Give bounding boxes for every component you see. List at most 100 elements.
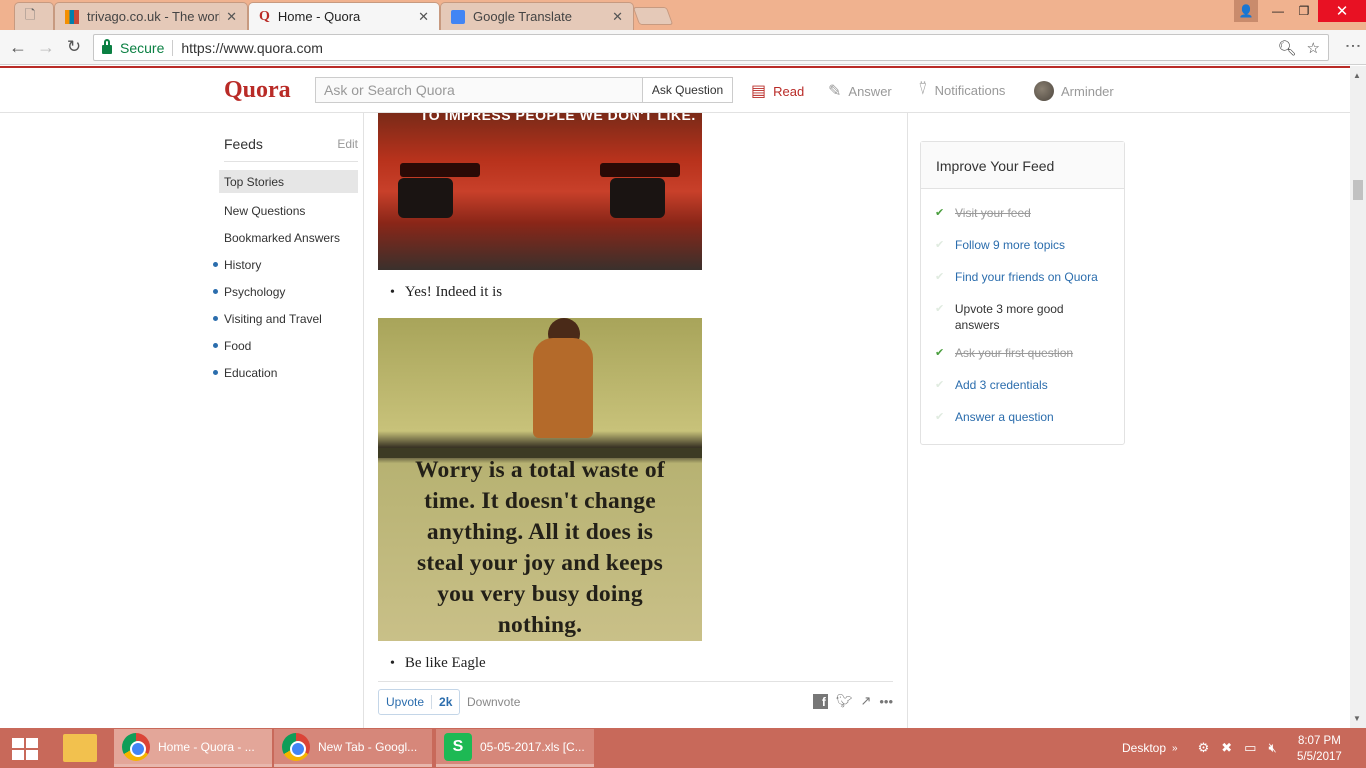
taskbar-item-label: New Tab - Googl... [318, 739, 418, 754]
desktop-toolbar-label[interactable]: Desktop [1122, 741, 1166, 755]
bell-icon: ⍢ [918, 81, 928, 98]
network-icon[interactable]: ✖ [1221, 740, 1232, 756]
site-header: Quora Ask or Search Quora Ask Question ▤… [0, 66, 1350, 113]
browser-tab-quora[interactable]: Q Home - Quora ✕ [248, 2, 440, 30]
sidebar-topic-visiting-and-travel[interactable]: Visiting and Travel [212, 305, 358, 332]
answer-actions: Upvote 2k Downvote f 🐦︎ ↗ ••• [378, 681, 893, 719]
new-tab-button[interactable] [632, 7, 674, 25]
quote-line: anything. All it does is [426, 519, 654, 545]
exhaust [610, 178, 665, 218]
url-text[interactable]: https://www.quora.com [181, 40, 323, 56]
taskbar-item-spreadsheet[interactable]: S 05-05-2017.xls [C... [436, 729, 594, 767]
taskbar-item-label: 05-05-2017.xls [C... [480, 739, 585, 754]
nav-answer-label: Answer [848, 83, 892, 99]
restore-button[interactable]: ❐ [1292, 0, 1316, 22]
improve-item-label: Add 3 credentials [955, 378, 1048, 392]
sidebar-topic-education[interactable]: Education [212, 359, 358, 386]
sidebar-topic-food[interactable]: Food [212, 332, 358, 359]
twitter-icon[interactable]: 🐦︎ [836, 693, 853, 709]
list-item: Be like Eagle [390, 655, 486, 672]
search-input[interactable]: Ask or Search Quora [315, 77, 643, 103]
display-icon[interactable]: ▭ [1244, 740, 1256, 756]
list-item: Yes! Indeed it is [390, 284, 502, 301]
improve-item-label: Find your friends on Quora [955, 270, 1098, 284]
exhaust [398, 178, 453, 218]
tail-light [400, 163, 480, 177]
file-explorer-icon[interactable] [63, 734, 97, 762]
quote-line: Worry is a total waste of [415, 457, 665, 483]
scroll-down-icon[interactable]: ▼ [1353, 714, 1361, 723]
minimize-button[interactable]: — [1266, 0, 1290, 22]
profile-icon[interactable]: 👤 [1234, 0, 1258, 22]
system-clock[interactable]: 8:07 PM 5/5/2017 [1297, 733, 1342, 765]
forward-arrow-icon[interactable]: → [36, 37, 56, 57]
feeds-edit-link[interactable]: Edit [337, 137, 358, 151]
nav-notifications[interactable]: ⍢ Notifications [918, 81, 1005, 99]
star-icon[interactable]: ☆ [1307, 39, 1320, 57]
quote-line: nothing. [497, 612, 583, 638]
windows-start-icon[interactable] [12, 738, 38, 760]
improve-item-ask-question[interactable]: ✔ Ask your first question [921, 339, 1124, 371]
scroll-up-icon[interactable]: ▲ [1353, 71, 1361, 80]
secure-label: Secure [120, 39, 165, 56]
check-icon: ✔ [935, 207, 945, 219]
improve-feed-panel: Improve Your Feed ✔ Visit your feed ✔ Fo… [920, 141, 1125, 445]
volume-muted-icon[interactable]: 🔇︎ [1268, 740, 1276, 756]
improve-item-visit-feed[interactable]: ✔ Visit your feed [921, 199, 1124, 231]
app-tray-icon[interactable]: ⚙ [1198, 740, 1210, 756]
sidebar-item-top-stories[interactable]: Top Stories [219, 170, 358, 193]
improve-item-add-credentials[interactable]: ✔ Add 3 credentials [921, 371, 1124, 403]
chrome-icon [122, 732, 150, 761]
divider [907, 113, 908, 728]
reload-icon[interactable]: ↻ [64, 37, 84, 57]
car-image[interactable]: TO IMPRESS PEOPLE WE DON'T LIKE. [378, 113, 702, 270]
nav-read[interactable]: ▤ Read [751, 81, 804, 101]
quote-line: steal your joy and keeps [417, 550, 663, 576]
zoom-icon[interactable]: 🔍︎ [1278, 39, 1297, 57]
sidebar-item-bookmarked-answers[interactable]: Bookmarked Answers [212, 224, 358, 251]
improve-item-follow-topics[interactable]: ✔ Follow 9 more topics [921, 231, 1124, 263]
downvote-button[interactable]: Downvote [467, 695, 520, 709]
browser-tab-google-translate[interactable]: Google Translate ✕ [440, 2, 634, 30]
divider [363, 113, 364, 728]
sidebar-item-new-questions[interactable]: New Questions [212, 197, 358, 224]
sidebar-topic-history[interactable]: History [212, 251, 358, 278]
google-translate-icon [451, 9, 465, 24]
chevron-icon[interactable]: » [1172, 743, 1178, 754]
improve-item-answer-question[interactable]: ✔ Answer a question [921, 403, 1124, 435]
quora-logo[interactable]: Quora [224, 77, 291, 104]
close-icon[interactable]: ✕ [418, 9, 429, 25]
browser-tab-blank[interactable]: 🗋 [14, 2, 54, 30]
address-bar[interactable]: Secure https://www.quora.com 🔍︎ ☆ [93, 34, 1329, 61]
nav-answer[interactable]: ✎ Answer [828, 81, 892, 101]
divider [172, 39, 174, 56]
improve-item-find-friends[interactable]: ✔ Find your friends on Quora [921, 263, 1124, 295]
page-scrollbar[interactable]: ▲ ▼ [1350, 66, 1366, 728]
lock-icon [102, 39, 112, 54]
close-icon[interactable]: ✕ [226, 9, 237, 25]
avatar [1034, 81, 1054, 101]
improve-item-upvote[interactable]: ✔ Upvote 3 more good answers [921, 295, 1124, 339]
user-name: Arminder [1061, 83, 1114, 99]
more-options-icon[interactable]: ••• [879, 694, 893, 709]
ask-question-button[interactable]: Ask Question [642, 77, 733, 103]
browser-menu-icon[interactable]: ⋮ [1343, 38, 1362, 54]
share-icon[interactable]: ↗ [860, 693, 871, 709]
browser-tab-trivago[interactable]: trivago.co.uk - The world ✕ [54, 2, 248, 30]
facebook-icon[interactable]: f [812, 693, 828, 709]
scrollbar-thumb[interactable] [1353, 180, 1363, 200]
nav-read-label: Read [773, 83, 805, 99]
back-arrow-icon[interactable]: ← [8, 37, 28, 57]
quote-image[interactable]: Worry is a total waste of time. It doesn… [378, 318, 702, 641]
taskbar-item-new-tab[interactable]: New Tab - Googl... [274, 729, 432, 767]
nav-user[interactable]: Arminder [1034, 81, 1114, 101]
windows-taskbar: Home - Quora - ... New Tab - Googl... S … [0, 728, 1366, 768]
window-close-button[interactable]: ✕ [1318, 0, 1366, 22]
upvote-button[interactable]: Upvote 2k [378, 689, 461, 715]
close-icon[interactable]: ✕ [612, 9, 623, 25]
improve-item-label: Upvote 3 more good answers [954, 302, 1064, 332]
check-icon: ✔ [935, 303, 945, 315]
quote-text: Worry is a total waste of time. It doesn… [378, 455, 702, 641]
taskbar-item-quora[interactable]: Home - Quora - ... [114, 729, 272, 767]
sidebar-topic-psychology[interactable]: Psychology [212, 278, 358, 305]
